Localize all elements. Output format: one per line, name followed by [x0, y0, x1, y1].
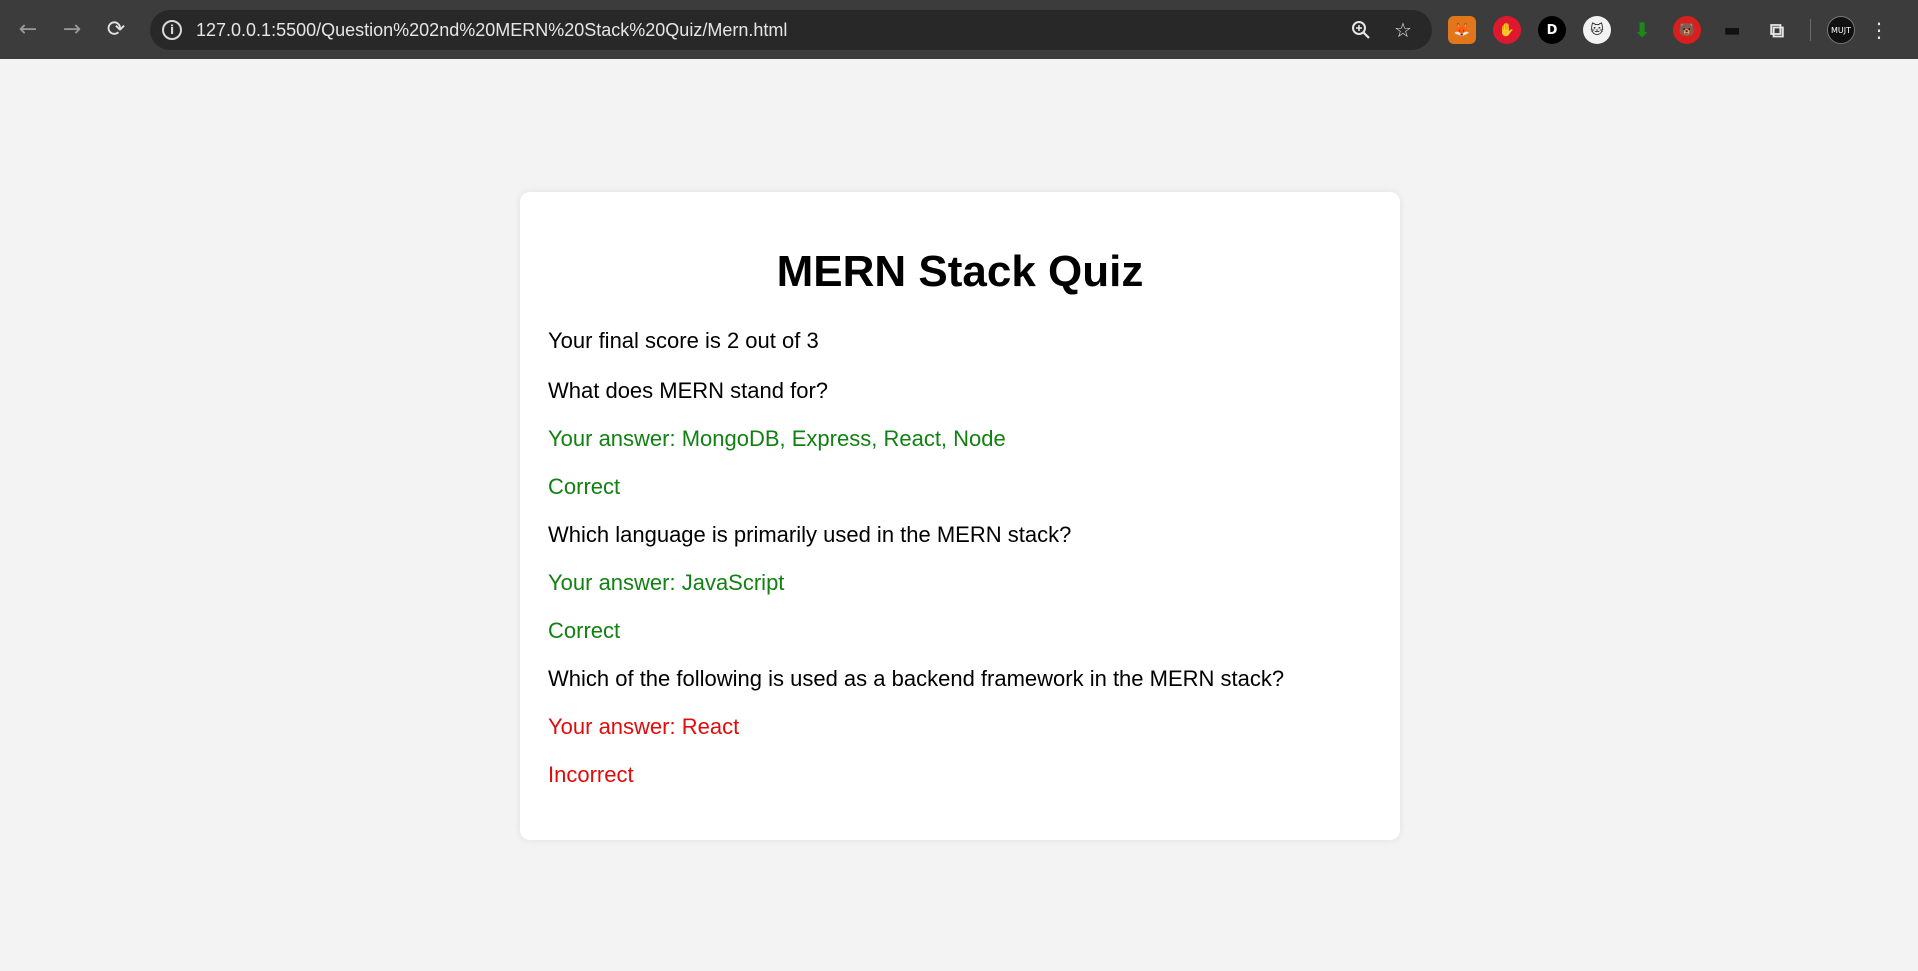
- answer-text: Your answer: MongoDB, Express, React, No…: [548, 426, 1006, 451]
- reload-button[interactable]: ⟳: [94, 8, 138, 52]
- question-text: Which language is primarily used in the …: [548, 522, 1072, 547]
- answer-text: Your answer: JavaScript: [548, 570, 785, 595]
- result-item: What does MERN stand for? Your answer: M…: [548, 380, 1372, 498]
- page-title: MERN Stack Quiz: [776, 247, 1144, 296]
- kebab-menu-icon[interactable]: ⋮: [1867, 16, 1891, 44]
- verdict-text: Correct: [548, 474, 621, 499]
- final-score: Your final score is 2 out of 3: [548, 328, 819, 353]
- adblock-extension-icon[interactable]: ✋: [1493, 16, 1521, 44]
- extensions-area: 🦊 ✋ D 🐱 ⬇ 🐻 ▬ ⧉ MUJT ⋮: [1448, 10, 1891, 50]
- github-cat-extension-icon[interactable]: 🐱: [1583, 16, 1611, 44]
- page-content: MERN Stack Quiz Your final score is 2 ou…: [0, 59, 1918, 971]
- url-text[interactable]: 127.0.0.1:5500/Question%202nd%20MERN%20S…: [196, 20, 1334, 41]
- back-button[interactable]: ←: [6, 8, 50, 52]
- reload-icon: ⟳: [106, 17, 126, 42]
- result-item: Which language is primarily used in the …: [548, 524, 1372, 642]
- result-list: What does MERN stand for? Your answer: M…: [548, 380, 1372, 786]
- question-text: What does MERN stand for?: [548, 378, 829, 403]
- toolbar-divider: [1810, 19, 1811, 41]
- answer-text: Your answer: React: [548, 714, 740, 739]
- info-icon[interactable]: i: [162, 20, 182, 40]
- verdict-text: Correct: [548, 618, 621, 643]
- dark-tool-extension-icon[interactable]: ▬: [1718, 16, 1746, 44]
- zoom-icon[interactable]: [1346, 15, 1376, 45]
- address-bar[interactable]: i 127.0.0.1:5500/Question%202nd%20MERN%2…: [150, 10, 1432, 50]
- arrow-left-icon: ←: [18, 17, 38, 42]
- red-mascot-extension-icon[interactable]: 🐻: [1673, 16, 1701, 44]
- arrow-right-icon: →: [62, 17, 82, 42]
- metamask-extension-icon[interactable]: 🦊: [1448, 16, 1476, 44]
- verdict-text: Incorrect: [548, 762, 634, 787]
- browser-toolbar: ← → ⟳ i 127.0.0.1:5500/Question%202nd%20…: [0, 0, 1918, 59]
- forward-button[interactable]: →: [50, 8, 94, 52]
- result-item: Which of the following is used as a back…: [548, 668, 1372, 786]
- d-extension-icon[interactable]: D: [1538, 16, 1566, 44]
- star-icon[interactable]: ☆: [1388, 15, 1418, 45]
- quiz-card: MERN Stack Quiz Your final score is 2 ou…: [520, 192, 1400, 840]
- zoom-icon-svg: [1352, 21, 1370, 39]
- green-arrow-extension-icon[interactable]: ⬇: [1628, 16, 1656, 44]
- puzzle-icon[interactable]: ⧉: [1763, 16, 1791, 44]
- profile-avatar[interactable]: MUJT: [1827, 16, 1855, 44]
- question-text: Which of the following is used as a back…: [548, 666, 1285, 691]
